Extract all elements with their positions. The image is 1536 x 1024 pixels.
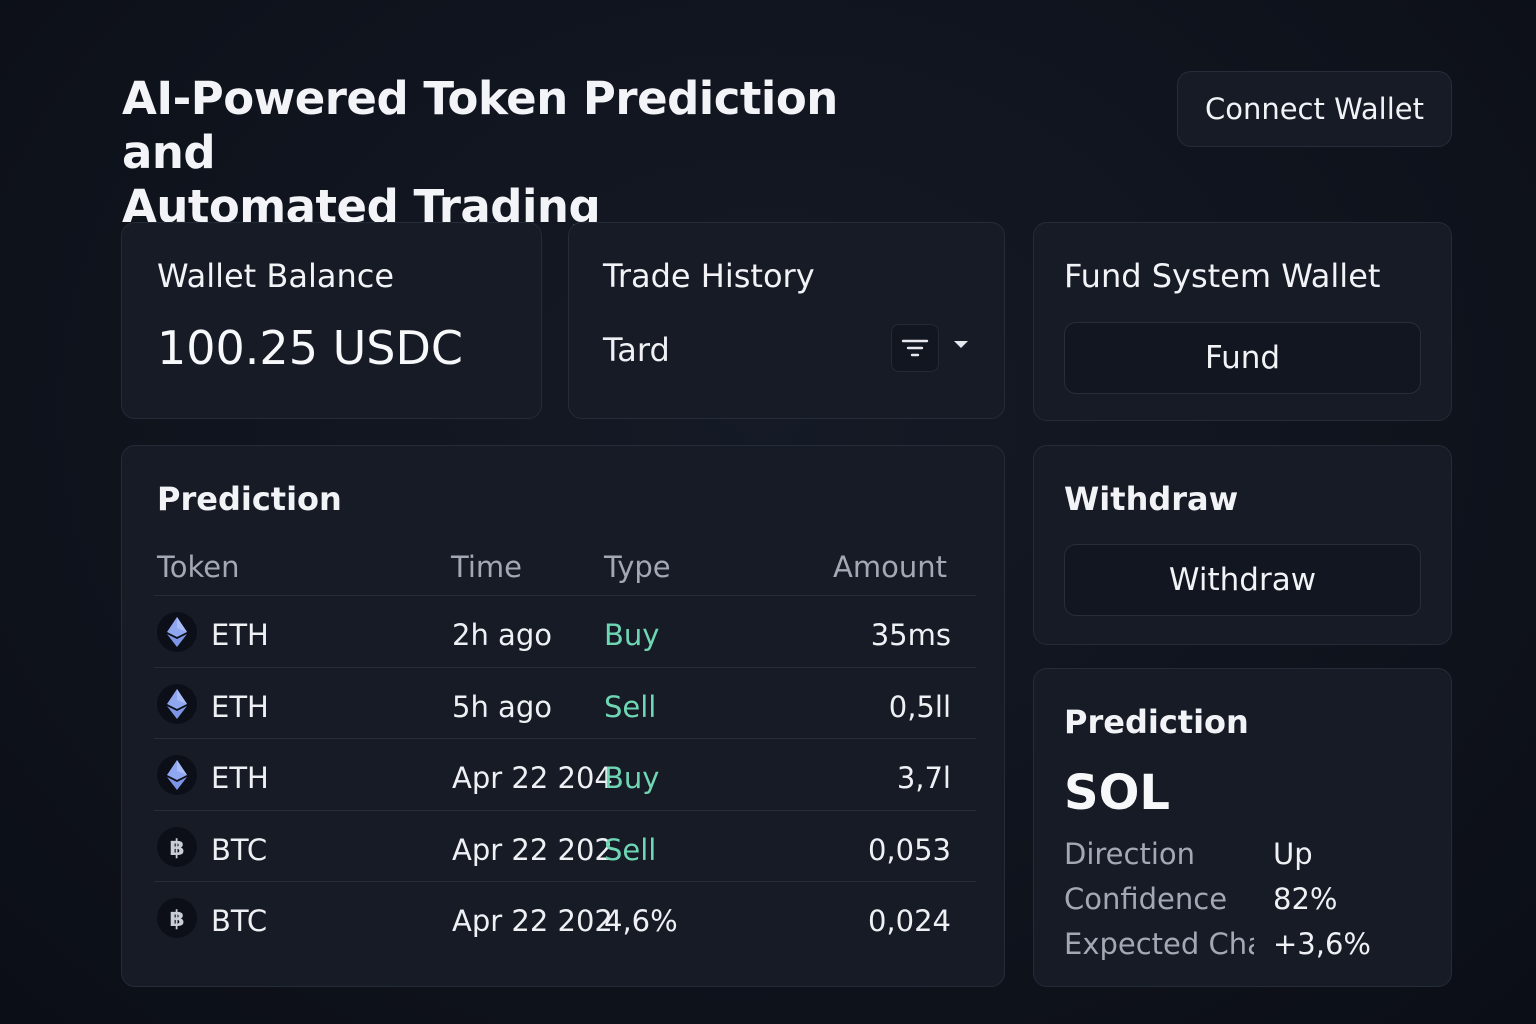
table-row[interactable]: ฿ BTC Apr 22 202 Sell 0,053 — [154, 809, 976, 882]
row-token: ETH — [211, 761, 269, 795]
direction-label: Direction — [1064, 837, 1196, 871]
withdraw-card: Withdraw Withdraw — [1033, 445, 1452, 645]
wallet-balance-card: Wallet Balance 100.25 USDC — [121, 222, 542, 419]
row-token: ETH — [211, 618, 269, 652]
row-amount: 0,5ll — [888, 689, 951, 724]
page-title: AI-Powered Token Prediction and Automate… — [122, 72, 922, 234]
direction-row: Direction Up — [1064, 837, 1434, 877]
confidence-row: Confidence 82% — [1064, 882, 1434, 922]
expected-change-row: Expected Cha +3,6% — [1064, 927, 1434, 967]
row-time: Apr 22 202 — [452, 904, 613, 938]
prediction-table-card: Prediction Token Time Type Amount ETH 2h… — [121, 445, 1005, 987]
fund-wallet-title: Fund System Wallet — [1064, 257, 1381, 295]
btc-icon: ฿ — [157, 898, 197, 938]
table-row[interactable]: ETH 2h ago Buy 35ms — [154, 595, 976, 667]
row-type: Sell — [604, 832, 657, 867]
row-amount: 0,053 — [867, 832, 951, 867]
chevron-down-icon[interactable] — [954, 341, 968, 348]
fund-button[interactable]: Fund — [1064, 322, 1421, 394]
column-header-type: Type — [604, 550, 671, 584]
row-type: Buy — [604, 761, 660, 795]
withdraw-button[interactable]: Withdraw — [1064, 544, 1421, 616]
row-token: ETH — [211, 689, 269, 724]
confidence-label: Confidence — [1064, 882, 1228, 916]
expected-change-label: Expected Cha — [1064, 927, 1254, 961]
row-time: Apr 22 204 — [452, 761, 613, 795]
row-time: 2h ago — [452, 618, 552, 652]
eth-icon — [157, 612, 197, 652]
page-title-line-1: AI-Powered Token Prediction and — [122, 72, 838, 179]
row-time: Apr 22 202 — [452, 832, 613, 867]
trade-history-card: Trade History Tard — [568, 222, 1005, 419]
row-type: 4,6% — [604, 904, 678, 938]
table-body: ETH 2h ago Buy 35ms ETH 5h ago Sell 0,5l… — [154, 595, 976, 953]
eth-icon — [157, 683, 197, 724]
row-amount: 0,024 — [867, 904, 951, 938]
row-token: BTC — [211, 904, 268, 938]
prediction-table-title: Prediction — [157, 480, 342, 518]
row-type: Buy — [604, 618, 660, 652]
trade-history-title: Trade History — [603, 257, 815, 295]
row-type: Sell — [604, 689, 657, 724]
wallet-balance-value: 100.25 USDC — [157, 321, 463, 375]
row-token: BTC — [211, 832, 268, 867]
row-amount: 35ms — [870, 618, 951, 652]
direction-value: Up — [1273, 837, 1313, 871]
connect-wallet-button[interactable]: Connect Wallet — [1177, 71, 1452, 147]
trade-history-selection[interactable]: Tard — [603, 331, 670, 369]
btc-icon: ฿ — [157, 826, 197, 867]
table-header: Token Time Type Amount — [157, 550, 975, 594]
row-amount: 3,7l — [896, 761, 951, 795]
table-row[interactable]: ฿ BTC Apr 22 202 4,6% 0,024 — [154, 881, 976, 953]
eth-icon — [157, 755, 197, 795]
fund-wallet-card: Fund System Wallet Fund — [1033, 222, 1452, 421]
table-row[interactable]: ETH Apr 22 204 Buy 3,7l — [154, 738, 976, 810]
svg-text:฿: ฿ — [169, 836, 184, 860]
withdraw-title: Withdraw — [1064, 480, 1239, 518]
row-time: 5h ago — [452, 689, 552, 724]
wallet-balance-title: Wallet Balance — [157, 257, 395, 295]
column-header-time: Time — [451, 550, 522, 584]
prediction-card-title: Prediction — [1064, 703, 1249, 741]
svg-text:฿: ฿ — [169, 907, 184, 931]
table-row[interactable]: ETH 5h ago Sell 0,5ll — [154, 666, 976, 739]
confidence-value: 82% — [1273, 882, 1338, 916]
prediction-card: Prediction SOL Direction Up Confidence 8… — [1033, 668, 1452, 987]
expected-change-value: +3,6% — [1273, 927, 1371, 961]
filter-icon[interactable] — [891, 324, 939, 372]
prediction-token: SOL — [1064, 765, 1170, 821]
column-header-token: Token — [157, 550, 240, 584]
column-header-amount: Amount — [833, 550, 947, 584]
app-page: AI-Powered Token Prediction and Automate… — [0, 0, 1536, 1024]
